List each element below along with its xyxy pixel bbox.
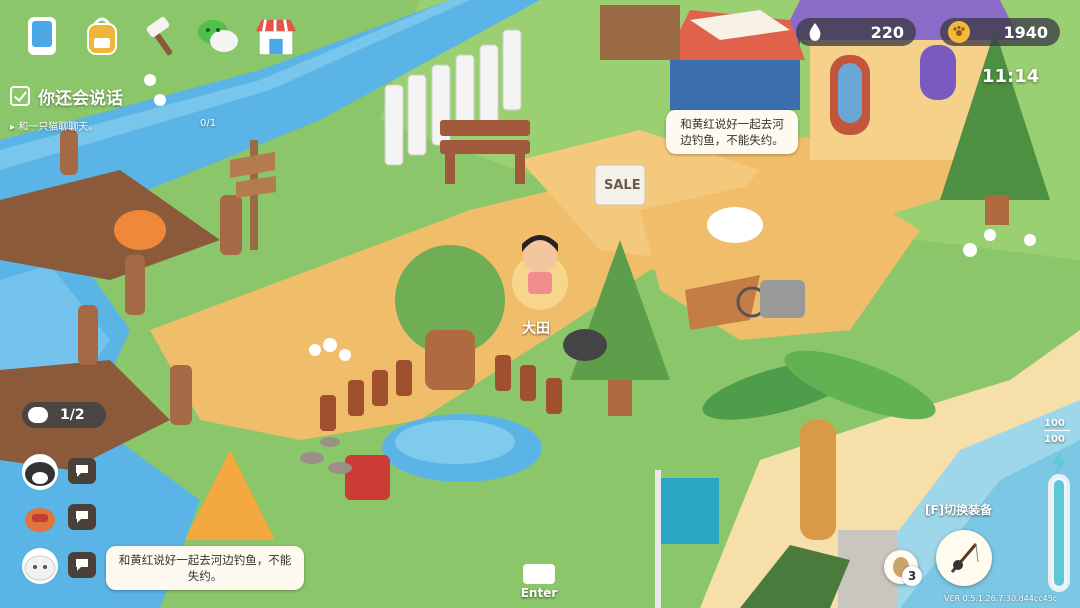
energy-current: 100 [1044, 434, 1065, 445]
coin-counter: 1940 [940, 18, 1060, 46]
chat-icon[interactable] [68, 504, 96, 530]
player-name-label: 大田 [522, 321, 550, 337]
enter-label: Enter [520, 586, 558, 600]
sale-sign: SALE [604, 178, 641, 193]
backpack-icon [87, 17, 117, 55]
coin-value: 1940 [1003, 22, 1048, 42]
phone-button[interactable] [20, 14, 64, 58]
enter-key-hint[interactable]: Enter [518, 562, 560, 604]
npc-speech-bubble: 和黄红说好一起去河边钓鱼，不能失约。 [666, 110, 798, 154]
chat-message-bubble: 和黄红说好一起去河边钓鱼，不能失约。 [106, 546, 304, 590]
cat-face-icon [28, 407, 48, 423]
cat-avatar-white[interactable] [22, 548, 58, 584]
cat-avatar-tuxedo[interactable] [22, 454, 58, 490]
water-drop-icon [804, 21, 826, 43]
backpack-button[interactable] [80, 14, 124, 58]
bait-slot[interactable]: 3 [884, 550, 922, 586]
bait-count: 3 [902, 566, 922, 586]
energy-fill [1054, 480, 1064, 586]
pet-counter[interactable]: 1/2 [22, 402, 106, 428]
pet-count-value: 1/2 [60, 407, 85, 423]
game-clock: 11:14 [982, 66, 1040, 87]
quest-title: 你还会说话 [38, 89, 123, 109]
energy-bar [1048, 474, 1070, 592]
wechat-button[interactable] [196, 14, 240, 58]
fishing-rod-icon [950, 543, 979, 573]
quest-subtitle-text: 和一只猫聊聊天。 [18, 122, 99, 133]
version-label: VER 0.5.1.26.7.30.d44cc45c [944, 594, 1058, 603]
chat-icon[interactable] [68, 552, 96, 578]
switch-equipment-label: [F]切换装备 [925, 503, 993, 517]
quest-check-icon [10, 86, 30, 106]
shop-button[interactable] [254, 14, 298, 58]
quest-progress: 0/1 [200, 118, 217, 129]
phone-icon [28, 17, 56, 55]
water-counter: 220 [796, 18, 916, 46]
energy-max: 100 [1044, 418, 1065, 429]
quest-tracker[interactable]: 你还会说话 ▸ 和一只猫聊聊天。 0/1 [10, 84, 225, 138]
wechat-icon [198, 20, 238, 52]
chat-icon[interactable] [68, 458, 96, 484]
shop-icon [255, 19, 297, 55]
coin-icon [948, 21, 970, 43]
hammer-icon [146, 16, 173, 56]
water-value: 220 [870, 22, 904, 42]
quest-subtitle: ▸ 和一只猫聊聊天。 [10, 122, 99, 133]
hammer-button[interactable] [140, 14, 184, 58]
energy-divider [1044, 430, 1070, 431]
fishing-rod-slot[interactable] [936, 530, 992, 586]
cat-avatar-orange[interactable] [22, 500, 58, 536]
keyboard-icon [523, 564, 555, 584]
